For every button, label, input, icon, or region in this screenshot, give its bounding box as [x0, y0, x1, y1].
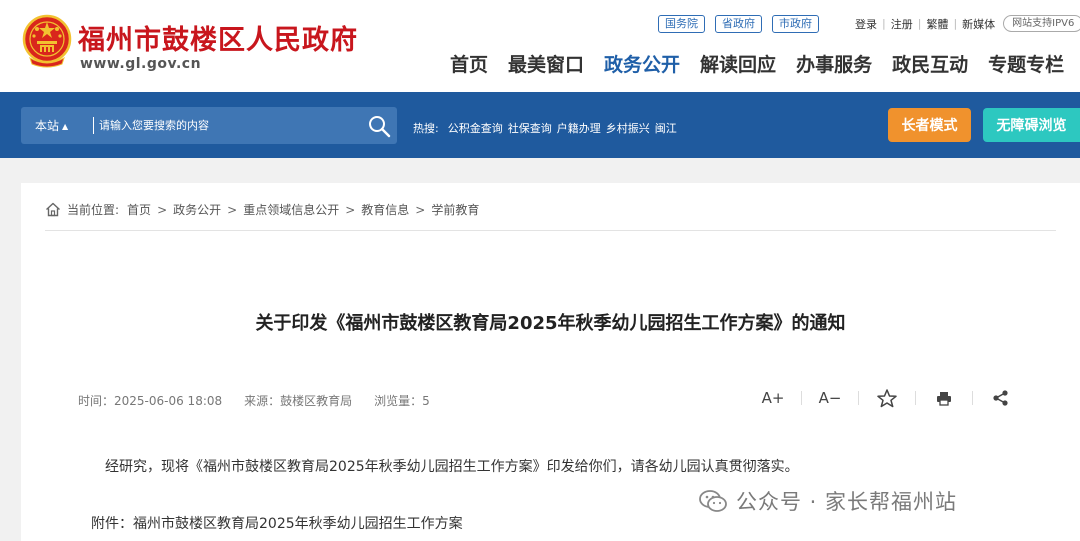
main-nav: 首页 最美窗口 政务公开 解读回应 办事服务 政民互动 专题专栏 [450, 50, 1064, 77]
ipv6-badge: 网站支持IPV6 [1003, 15, 1080, 32]
article-source: 来源：鼓楼区教育局 [244, 394, 353, 408]
gov-link-province[interactable]: 省政府 [715, 15, 762, 33]
share-icon[interactable] [989, 387, 1013, 409]
tool-separator [972, 391, 973, 405]
breadcrumb-separator: > [227, 202, 238, 217]
breadcrumb-separator: > [415, 202, 426, 217]
nav-item-services[interactable]: 办事服务 [796, 50, 872, 77]
nav-item-best-window[interactable]: 最美窗口 [508, 50, 584, 77]
nav-item-interpretation[interactable]: 解读回应 [700, 50, 776, 77]
hot-search-item[interactable]: 乡村振兴 [606, 120, 650, 136]
nav-item-home[interactable]: 首页 [450, 50, 488, 77]
breadcrumb-item-preschool[interactable]: 学前教育 [431, 201, 479, 218]
breadcrumb-separator: > [345, 202, 356, 217]
breadcrumb-item-education[interactable]: 教育信息 [361, 201, 409, 218]
gov-link-city[interactable]: 市政府 [772, 15, 819, 33]
font-smaller-button[interactable]: A− [818, 387, 842, 409]
article-tools: A+ A− [761, 387, 1013, 409]
search-icon[interactable] [367, 114, 391, 138]
nav-item-gov-affairs[interactable]: 政务公开 [604, 50, 680, 77]
breadcrumb-item-gov-affairs[interactable]: 政务公开 [173, 201, 221, 218]
font-larger-button[interactable]: A+ [761, 387, 785, 409]
hot-search-item[interactable]: 社保查询 [508, 120, 552, 136]
article-meta: 时间：2025-06-06 18:08 来源：鼓楼区教育局 浏览量：5 [78, 392, 430, 409]
register-link[interactable]: 注册 [891, 16, 913, 32]
article-attachment[interactable]: 附件：福州市鼓楼区教育局2025年秋季幼儿园招生工作方案 [91, 513, 463, 533]
hot-search-label: 热搜: [413, 122, 439, 135]
search-scope-label: 本站 [35, 119, 60, 133]
search-divider [93, 117, 94, 134]
watermark-text: 公众号 · 家长帮福州站 [736, 490, 958, 514]
up-down-arrows-icon: ▲ [62, 122, 69, 131]
login-link[interactable]: 登录 [855, 16, 877, 32]
article-title: 关于印发《福州市鼓楼区教育局2025年秋季幼儿园招生工作方案》的通知 [255, 313, 846, 334]
home-icon [46, 202, 60, 217]
hot-searches: 热搜: 公积金查询 社保查询 户籍办理 乡村振兴 闽江 [413, 120, 677, 136]
traditional-chinese-link[interactable]: 繁體 [926, 16, 948, 32]
site-title[interactable]: 福州市鼓楼区人民政府 [78, 18, 358, 57]
star-icon[interactable] [875, 387, 899, 409]
breadcrumb-item-home[interactable]: 首页 [127, 201, 151, 218]
breadcrumb-label: 当前位置: [67, 203, 120, 217]
new-media-link[interactable]: 新媒体 [962, 16, 995, 32]
user-links: 登录 | 注册 | 繁體 | 新媒体 网站支持IPV6 [855, 15, 1080, 32]
search-input[interactable] [99, 115, 359, 136]
publish-time: 时间：2025-06-06 18:08 [78, 394, 223, 408]
tool-separator [858, 391, 859, 405]
accessibility-button[interactable]: 无障碍浏览 [983, 108, 1080, 142]
elder-mode-button[interactable]: 长者模式 [888, 108, 971, 142]
wechat-icon [699, 490, 727, 512]
breadcrumb: 当前位置: 首页 > 政务公开 > 重点领域信息公开 > 教育信息 > 学前教育 [45, 201, 479, 218]
view-count: 浏览量：5 [374, 394, 430, 408]
search-box: 本站 ▲ [21, 107, 397, 144]
print-icon[interactable] [932, 387, 956, 409]
site-url: www.gl.gov.cn [80, 56, 202, 72]
wechat-watermark: 公众号 · 家长帮福州站 [698, 486, 957, 516]
hot-search-item[interactable]: 户籍办理 [557, 120, 601, 136]
national-emblem-icon [22, 14, 72, 68]
gov-links: 国务院 省政府 市政府 [658, 15, 819, 33]
link-separator: | [917, 17, 922, 30]
link-separator: | [882, 17, 886, 30]
hot-search-item[interactable]: 闽江 [655, 120, 677, 136]
breadcrumb-divider [45, 230, 1056, 231]
link-separator: | [953, 17, 958, 30]
article-paragraph: 经研究，现将《福州市鼓楼区教育局2025年秋季幼儿园招生工作方案》印发给你们，请… [105, 459, 799, 475]
nav-item-special-topics[interactable]: 专题专栏 [988, 50, 1064, 77]
tool-separator [915, 391, 916, 405]
search-scope-select[interactable]: 本站 ▲ [35, 117, 68, 134]
gov-link-state-council[interactable]: 国务院 [658, 15, 705, 33]
tool-separator [801, 391, 802, 405]
nav-item-interaction[interactable]: 政民互动 [892, 50, 968, 77]
breadcrumb-separator: > [157, 202, 168, 217]
site-header: 福州市鼓楼区人民政府 www.gl.gov.cn 国务院 省政府 市政府 登录 … [0, 0, 1080, 92]
hot-search-item[interactable]: 公积金查询 [448, 120, 503, 136]
breadcrumb-item-key-areas[interactable]: 重点领域信息公开 [243, 201, 339, 218]
search-band: 本站▲ 热搜: 公积金查询 社保查询 户籍办理 乡村振兴 闽江 长者模式 无障碍… [0, 92, 1080, 158]
